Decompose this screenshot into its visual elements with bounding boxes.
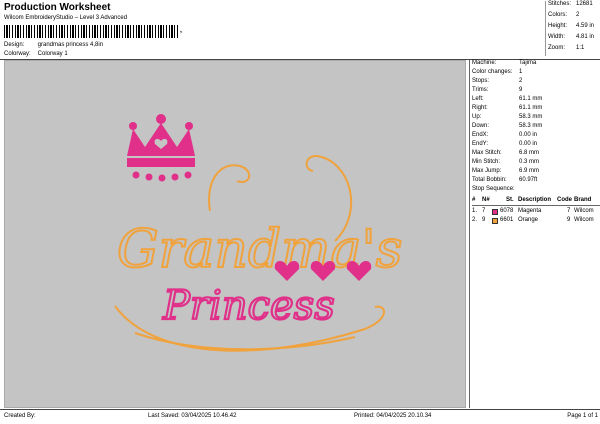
left-row: Left: 61.1 mm xyxy=(472,96,543,102)
stop-sequence-header: # N# St. Description Code Brand xyxy=(472,197,600,206)
color-swatch-magenta xyxy=(492,209,498,215)
right-row: Right: 61.1 mm xyxy=(472,105,543,111)
colorway-value: Colorway 1 xyxy=(37,51,68,57)
trims-row: Trims: 9 xyxy=(472,87,523,93)
printed-date: Printed: 04/04/2025 20.10.34 xyxy=(354,413,432,419)
footer-divider xyxy=(0,409,600,410)
endx-row: EndX: 0.00 in xyxy=(472,132,538,138)
stats-box: Stitches: 12681 Colors: 2 Height: 4.59 in W… xyxy=(545,1,600,56)
max-jump-row: Max Jump: 6.9 mm xyxy=(472,168,540,174)
barcode xyxy=(4,25,180,38)
machine-row: Machine: Tajima xyxy=(472,60,537,66)
crown-icon xyxy=(127,114,195,182)
color-changes-row: Color changes: 1 xyxy=(472,69,523,75)
up-row: Up: 58.3 mm xyxy=(472,114,543,120)
stop-row-1: 1. 7 6078 Magenta 7 Wilcom xyxy=(472,208,594,215)
stop-sequence-title: Stop Sequence: xyxy=(472,186,515,192)
design-text-line2: Princess xyxy=(162,283,335,329)
design-label: Design: xyxy=(4,42,25,48)
barcode-tail: , xyxy=(180,27,182,34)
machine-panel: Machine: Tajima Color changes: 1 Stops: 2 T… xyxy=(469,60,600,408)
stat-width: Width: 4.81 in xyxy=(548,34,595,40)
worksheet-title: Production Worksheet xyxy=(4,2,111,13)
colorway-label: Colorway: xyxy=(4,51,31,57)
stat-colors: Colors: 2 xyxy=(548,12,580,18)
stops-row: Stops: 2 xyxy=(472,78,523,84)
color-swatch-orange xyxy=(492,218,498,224)
stop-row-2: 2. 9 6601 Orange 9 Wilcom xyxy=(472,217,594,224)
stat-height: Height: 4.59 in xyxy=(548,23,595,29)
stat-zoom: Zoom: 1:1 xyxy=(548,45,585,51)
total-bobbin-row: Total Bobbin: 60.97ft xyxy=(472,177,538,183)
embroidery-design: Grandma's Princess xyxy=(114,114,403,352)
colorway-row: Colorway: Colorway 1 xyxy=(4,51,68,58)
page-number: Page 1 of 1 xyxy=(567,413,598,419)
last-saved: Last Saved: 03/04/2025 10.46.42 xyxy=(148,413,237,419)
max-stitch-row: Max Stitch: 6.8 mm xyxy=(472,150,540,156)
stat-stitches: Stitches: 12681 xyxy=(548,1,593,7)
down-row: Down: 58.3 mm xyxy=(472,123,543,129)
design-row: Design: grandmas princess 4,8in xyxy=(4,42,103,49)
design-preview: Grandma's Princess xyxy=(4,60,466,408)
software-name: Wilcom EmbroideryStudio – Level 3 Advanc… xyxy=(4,15,128,21)
created-by: Created By: xyxy=(4,413,36,419)
design-value: grandmas princess 4,8in xyxy=(37,42,104,48)
endy-row: EndY: 0.00 in xyxy=(472,141,538,147)
min-stitch-row: Min Stitch: 0.3 mm xyxy=(472,159,540,165)
